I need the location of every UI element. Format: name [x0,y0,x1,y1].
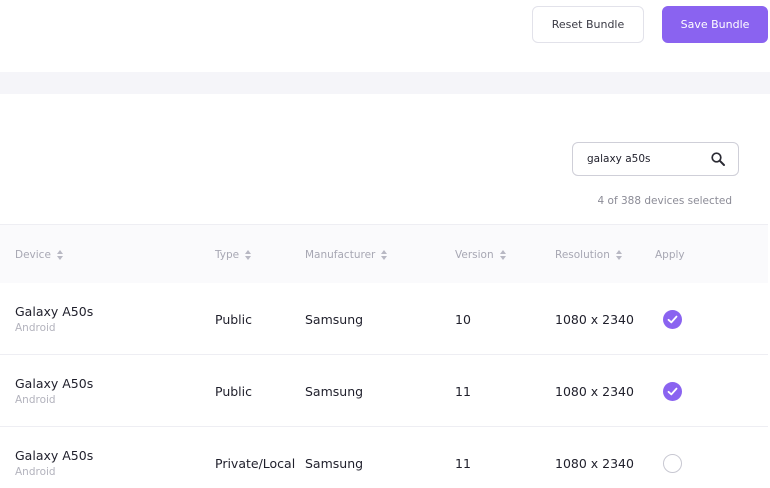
type-cell: Public [215,383,252,399]
column-label: Manufacturer [305,248,376,261]
column-header-manufacturer[interactable]: Manufacturer [305,225,388,284]
apply-checkbox-checked[interactable] [663,310,682,329]
column-label: Device [15,248,51,261]
device-cell: Galaxy A50s Android [15,376,93,406]
column-label: Apply [655,248,685,261]
table-row[interactable]: Galaxy A50s Android Public Samsung 10 10… [0,283,768,355]
column-label: Resolution [555,248,610,261]
save-bundle-button[interactable]: Save Bundle [662,6,768,43]
device-name: Galaxy A50s [15,448,94,463]
resolution-cell: 1080 x 2340 [555,383,634,399]
sort-icon[interactable] [615,249,622,260]
top-bar: Reset Bundle Save Bundle [0,0,770,72]
column-label: Version [455,248,494,261]
version-cell: 10 [455,311,471,327]
manufacturer-cell: Samsung [305,455,364,471]
checkmark-icon [667,387,678,396]
column-header-type[interactable]: Type [215,225,252,284]
table-row[interactable]: Galaxy A50s Android Public Samsung 11 10… [0,355,768,427]
reset-bundle-button[interactable]: Reset Bundle [532,6,644,43]
version-cell: 11 [455,383,471,399]
column-header-device[interactable]: Device [15,225,63,284]
column-header-apply: Apply [655,225,685,284]
device-cell: Galaxy A50s Android [15,448,93,478]
resolution-cell: 1080 x 2340 [555,311,634,327]
selection-count: 4 of 388 devices selected [597,195,732,207]
version-cell: 11 [455,455,471,471]
resolution-cell: 1080 x 2340 [555,455,634,471]
search-icon[interactable] [710,151,726,167]
device-name: Galaxy A50s [15,376,94,391]
table-header: Device Type Manufacturer Version Resolut… [0,224,768,283]
devices-card: 4 of 388 devices selected Device Type Ma… [0,94,768,488]
sort-icon[interactable] [245,249,252,260]
device-os: Android [15,394,56,406]
sort-icon[interactable] [381,249,388,260]
search-input[interactable] [587,153,707,165]
sort-icon[interactable] [56,249,63,260]
type-cell: Private/Local [215,455,296,471]
sort-icon[interactable] [499,249,506,260]
type-cell: Public [215,311,252,327]
apply-checkbox-unchecked[interactable] [663,454,682,473]
apply-checkbox-checked[interactable] [663,382,682,401]
manufacturer-cell: Samsung [305,311,364,327]
table-row[interactable]: Galaxy A50s Android Private/Local Samsun… [0,427,768,488]
section-divider [0,72,770,94]
device-os: Android [15,322,56,334]
column-header-resolution[interactable]: Resolution [555,225,622,284]
checkmark-icon [667,315,678,324]
device-name: Galaxy A50s [15,304,94,319]
column-label: Type [215,248,240,261]
device-cell: Galaxy A50s Android [15,304,93,334]
device-os: Android [15,466,56,478]
manufacturer-cell: Samsung [305,383,364,399]
column-header-version[interactable]: Version [455,225,506,284]
search-box[interactable] [572,142,739,176]
